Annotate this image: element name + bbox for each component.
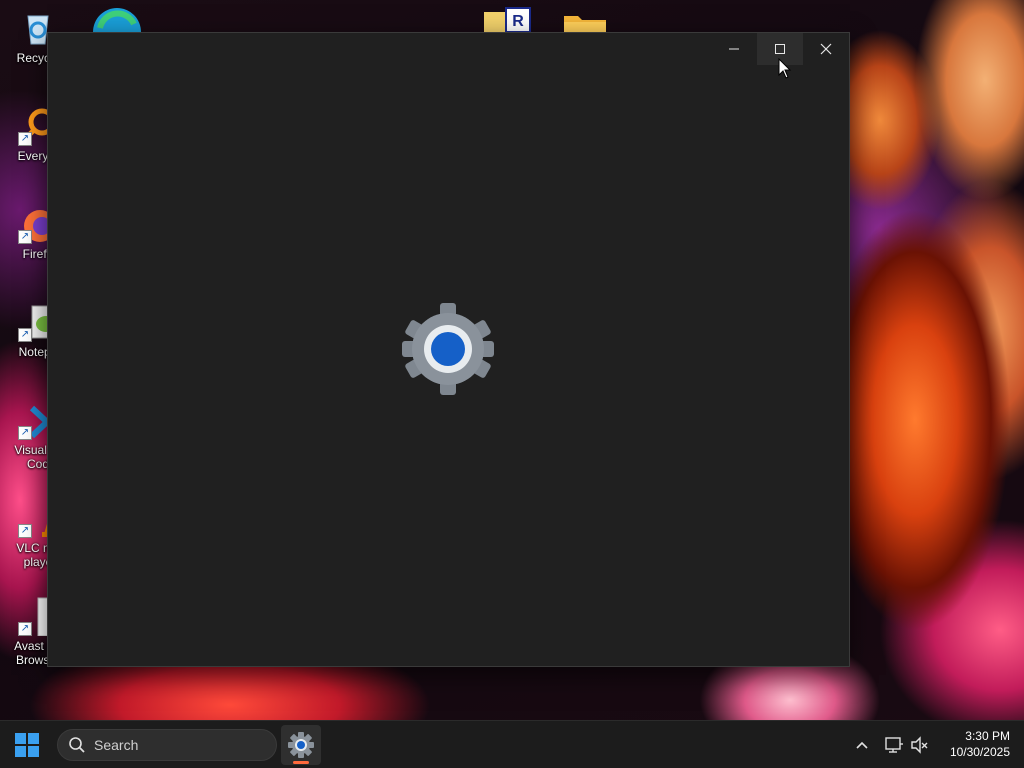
settings-icon bbox=[288, 732, 314, 758]
desktop-icon-folder-r[interactable]: R bbox=[482, 6, 532, 34]
shortcut-arrow-icon: ↗ bbox=[18, 524, 32, 538]
shortcut-arrow-icon: ↗ bbox=[18, 230, 32, 244]
settings-splash-gear-icon bbox=[400, 301, 496, 397]
start-button[interactable] bbox=[14, 732, 40, 758]
search-placeholder: Search bbox=[94, 737, 139, 753]
chevron-up-icon[interactable] bbox=[852, 735, 872, 755]
shortcut-arrow-icon: ↗ bbox=[18, 426, 32, 440]
minimize-icon bbox=[729, 48, 739, 50]
svg-text:R: R bbox=[512, 13, 524, 30]
maximize-icon bbox=[775, 44, 785, 54]
taskbar: Search 3:30 PM 10/30/2025 bbox=[0, 720, 1024, 768]
taskbar-search-box[interactable]: Search bbox=[57, 729, 277, 761]
clock-date: 10/30/2025 bbox=[949, 745, 1010, 759]
taskbar-app-settings[interactable] bbox=[281, 725, 321, 765]
network-icon[interactable] bbox=[884, 735, 904, 755]
search-icon bbox=[69, 737, 85, 753]
clock-time: 3:30 PM bbox=[965, 729, 1010, 743]
close-button[interactable] bbox=[803, 33, 849, 65]
windows-logo-icon bbox=[15, 733, 39, 757]
desktop-icon-folder[interactable] bbox=[562, 10, 608, 34]
minimize-button[interactable] bbox=[711, 33, 757, 65]
shortcut-arrow-icon: ↗ bbox=[18, 328, 32, 342]
system-clock[interactable]: 3:30 PM 10/30/2025 bbox=[938, 728, 1010, 760]
volume-muted-icon[interactable] bbox=[910, 735, 930, 755]
settings-window[interactable] bbox=[47, 32, 850, 667]
folder-r-icon: R bbox=[484, 7, 531, 34]
active-app-indicator bbox=[293, 761, 309, 764]
folder-icon bbox=[564, 16, 606, 34]
mouse-cursor-icon bbox=[778, 58, 792, 79]
close-icon bbox=[820, 43, 832, 55]
shortcut-arrow-icon: ↗ bbox=[18, 132, 32, 146]
shortcut-arrow-icon: ↗ bbox=[18, 622, 32, 636]
